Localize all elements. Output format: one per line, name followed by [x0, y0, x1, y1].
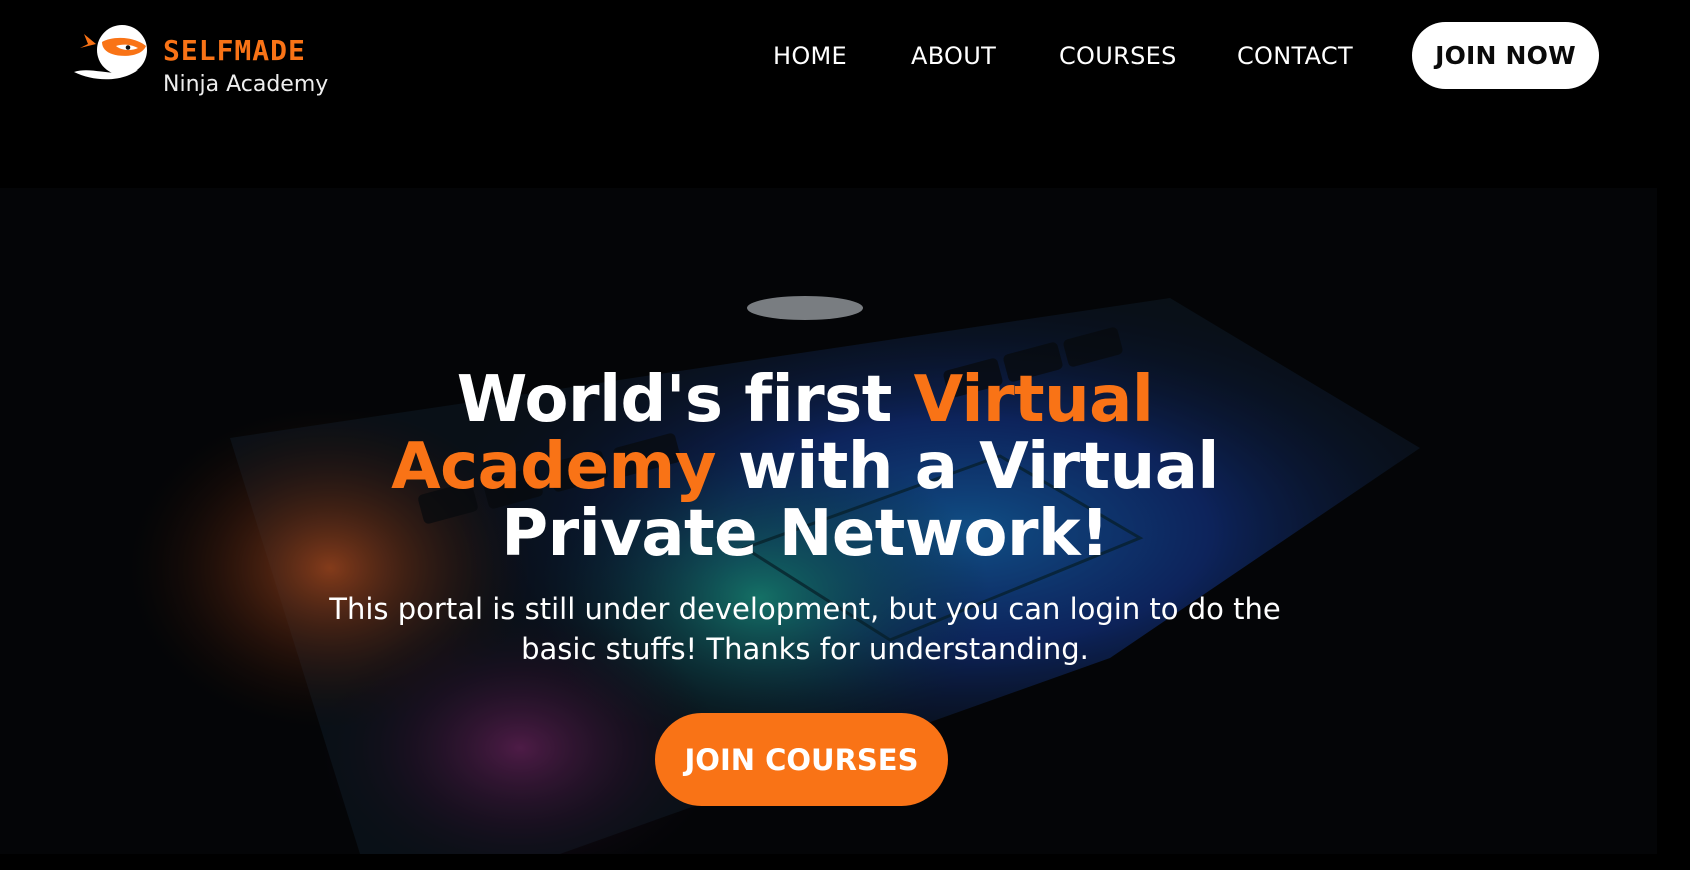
- nav-home[interactable]: HOME: [773, 40, 847, 72]
- hero-section: World's first Virtual Academy with a Vir…: [0, 188, 1657, 854]
- hero-title: World's first Virtual Academy with a Vir…: [340, 366, 1270, 568]
- nav-contact[interactable]: CONTACT: [1237, 40, 1353, 72]
- site-header: SELFMADE Ninja Academy HOME ABOUT COURSE…: [0, 0, 1690, 112]
- nav-courses[interactable]: COURSES: [1059, 40, 1177, 72]
- hero-subtitle: This portal is still under development, …: [329, 592, 1281, 666]
- join-courses-button[interactable]: JOIN COURSES: [655, 713, 948, 806]
- nav-about[interactable]: ABOUT: [911, 40, 996, 72]
- main-nav: HOME ABOUT COURSES CONTACT JOIN NOW: [0, 0, 1690, 112]
- hero-title-part1: World's first: [456, 362, 914, 437]
- join-now-button[interactable]: JOIN NOW: [1412, 22, 1599, 89]
